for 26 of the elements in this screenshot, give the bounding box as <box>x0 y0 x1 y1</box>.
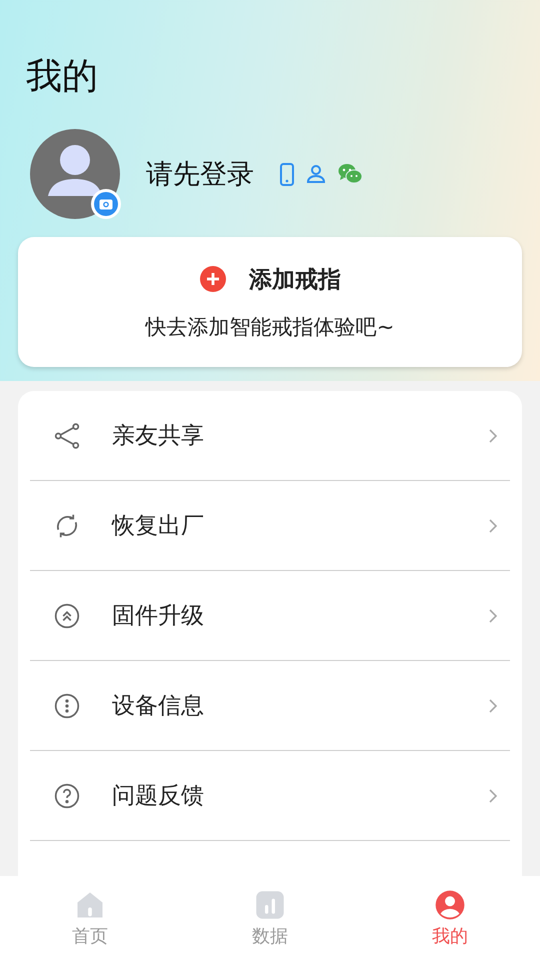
chat-icon[interactable] <box>338 163 363 185</box>
add-ring-subtitle: 快去添加智能戒指体验吧~ <box>146 314 394 340</box>
camera-icon[interactable] <box>91 189 121 219</box>
share-icon <box>52 420 82 450</box>
login-prompt[interactable]: 请先登录 <box>146 156 254 192</box>
chevron-icon <box>488 788 498 804</box>
menu-item[interactable]: 亲友共享 <box>30 391 510 481</box>
menu-item[interactable]: 问题反馈 <box>30 751 510 841</box>
chevron-icon <box>488 698 498 714</box>
menu-item[interactable]: 恢复出厂 <box>30 481 510 571</box>
chart-icon <box>255 890 285 920</box>
plus-icon <box>199 265 227 293</box>
menu-item[interactable]: 设备信息 <box>30 661 510 751</box>
tab[interactable]: 我的 <box>360 876 540 960</box>
phone-icon[interactable] <box>280 162 294 186</box>
chevron-icon <box>488 608 498 624</box>
menu-item[interactable]: 固件升级 <box>30 571 510 661</box>
user-icon <box>435 890 465 920</box>
add-ring-title: 添加戒指 <box>249 266 341 294</box>
add-ring-card[interactable]: 添加戒指 快去添加智能戒指体验吧~ <box>18 237 522 367</box>
user-icon[interactable] <box>306 164 326 184</box>
chevron-icon <box>488 518 498 534</box>
home-icon <box>75 890 105 920</box>
avatar[interactable] <box>30 129 120 219</box>
page-title: 我的 <box>25 55 99 99</box>
chevron-icon <box>488 428 498 444</box>
